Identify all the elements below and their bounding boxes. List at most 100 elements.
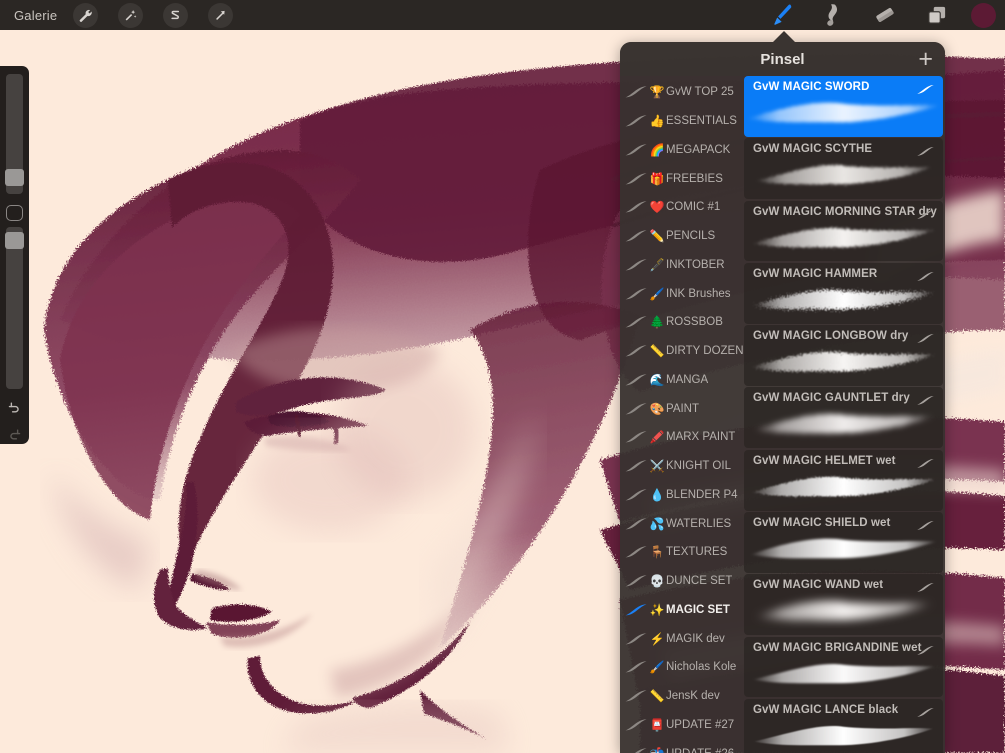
brush-set-item[interactable]: 🎨 PAINT: [620, 394, 744, 423]
brush-size-thumb[interactable]: [5, 169, 24, 186]
brush-set-stroke-icon: [623, 459, 649, 473]
brush-set-emoji: 👍: [649, 114, 665, 129]
brush-set-item[interactable]: 🌈 MEGAPACK: [620, 136, 744, 165]
brush-item[interactable]: GvW MAGIC SWORD: [744, 76, 943, 137]
brush-opacity-thumb[interactable]: [5, 232, 24, 250]
brush-edit-stroke-icon[interactable]: [916, 207, 935, 225]
brush-edit-stroke-icon[interactable]: [916, 393, 935, 411]
brush-edit-stroke-icon[interactable]: [916, 82, 935, 100]
paintbrush-icon[interactable]: [763, 0, 799, 30]
brush-size-slider[interactable]: [5, 74, 24, 195]
brush-set-stroke-icon: [623, 200, 649, 214]
brush-item[interactable]: GvW MAGIC WAND wet: [744, 574, 943, 636]
brush-stroke-preview: [744, 277, 943, 323]
brush-set-item[interactable]: 📬UPDATE #26: [620, 739, 744, 753]
brush-set-stroke-icon: [623, 689, 649, 703]
wrench-icon[interactable]: [73, 2, 99, 28]
brush-set-item[interactable]: ⚡ MAGIK dev: [620, 624, 744, 653]
brush-set-item[interactable]: ✏️ PENCILS: [620, 222, 744, 251]
brush-edit-stroke-icon[interactable]: [916, 705, 935, 723]
eraser-glyph: [876, 7, 894, 22]
brush-item[interactable]: GvW MAGIC GAUNTLET dry: [744, 387, 943, 449]
brush-name-label: GvW MAGIC HELMET wet: [753, 454, 896, 467]
eraser-icon[interactable]: [867, 0, 903, 30]
brush-set-item[interactable]: 🏆 GvW TOP 25: [620, 78, 744, 107]
brush-item-list[interactable]: GvW MAGIC SWORD GvW MAGIC SCYTHE GvW MAGIC…: [744, 76, 945, 753]
brush-set-emoji: 🎁: [649, 171, 665, 186]
brush-set-emoji: 📬: [649, 748, 665, 753]
smudge-glyph: [827, 4, 838, 26]
brush-edit-stroke-icon[interactable]: [916, 456, 935, 474]
brush-item[interactable]: GvW MAGIC LANCE black: [744, 698, 943, 753]
brush-set-item[interactable]: 💀 DUNCE SET: [620, 567, 744, 596]
selection-s-icon[interactable]: [163, 2, 189, 28]
brush-set-stroke-icon: [623, 488, 649, 502]
brush-set-item[interactable]: 🖋️ INKTOBER: [620, 251, 744, 280]
brush-set-item[interactable]: 📏 DIRTY DOZEN: [620, 337, 744, 366]
brush-opacity-slider[interactable]: [5, 227, 24, 389]
brush-set-item[interactable]: 💦 WATERLIES: [620, 509, 744, 538]
brush-set-stroke-icon: [623, 287, 649, 301]
brush-set-stroke-icon: [623, 718, 649, 732]
brush-set-item[interactable]: 🖌️ INK Brushes: [620, 279, 744, 308]
brush-set-item[interactable]: 🌊 MANGA: [620, 366, 744, 395]
redo-button[interactable]: [4, 426, 26, 445]
brush-set-label: DIRTY DOZEN: [666, 345, 744, 358]
brush-item[interactable]: GvW MAGIC HELMET wet: [744, 449, 943, 511]
brush-edit-stroke-icon[interactable]: [916, 518, 935, 536]
brush-item[interactable]: GvW MAGIC MORNING STAR dry: [744, 200, 943, 262]
brush-name-label: GvW MAGIC LANCE black: [753, 703, 899, 716]
brush-set-stroke-icon: [623, 344, 649, 358]
brush-name-label: GvW MAGIC SCYTHE: [753, 143, 873, 156]
brush-name-label: GvW MAGIC SWORD: [753, 81, 870, 93]
brush-set-stroke-icon: [623, 258, 649, 272]
brush-edit-stroke-icon[interactable]: [916, 331, 935, 349]
brush-set-stroke-icon: [623, 574, 649, 588]
add-brush-set-button[interactable]: +: [918, 47, 933, 72]
brush-set-item[interactable]: 📏 JensK dev: [620, 682, 744, 711]
brush-set-emoji: ✨: [649, 602, 665, 617]
brush-set-item[interactable]: 💧 BLENDER P4: [620, 481, 744, 510]
smudge-icon[interactable]: [815, 0, 851, 30]
brush-set-list[interactable]: 🏆 GvW TOP 25 👍 ESSENTIALS 🌈 MEGAPACK 🎁 FREEBIES…: [620, 76, 744, 753]
color-swatch[interactable]: [971, 2, 996, 28]
gallery-button[interactable]: Galerie: [14, 8, 57, 23]
redo-icon: [10, 429, 21, 440]
wrench-glyph: [80, 9, 93, 22]
brush-edit-stroke-icon[interactable]: [916, 643, 935, 661]
brush-edit-stroke-icon[interactable]: [916, 580, 935, 598]
brush-item[interactable]: GvW MAGIC LONGBOW dry: [744, 325, 943, 386]
brush-set-label: DUNCE SET: [666, 575, 733, 588]
brush-set-item[interactable]: ⚔️ KNIGHT OIL: [620, 452, 744, 481]
brush-set-item[interactable]: 🎁 FREEBIES: [620, 164, 744, 193]
brush-set-emoji: 🌈: [649, 142, 665, 157]
brush-item[interactable]: GvW MAGIC SCYTHE: [744, 138, 943, 200]
brush-set-item[interactable]: 🖍️ MARX PAINT: [620, 423, 744, 452]
layers-icon[interactable]: [919, 0, 955, 30]
brush-edit-stroke-icon[interactable]: [916, 144, 935, 162]
brush-item[interactable]: GvW MAGIC HAMMER: [744, 262, 943, 324]
brush-set-item[interactable]: 🌲 ROSSBOB: [620, 308, 744, 337]
brush-set-emoji: 🖌️: [649, 286, 665, 301]
brush-item[interactable]: GvW MAGIC SHIELD wet: [744, 512, 943, 573]
modify-button[interactable]: [6, 205, 23, 222]
brush-set-item[interactable]: 👍 ESSENTIALS: [620, 107, 744, 136]
brush-item[interactable]: GvW MAGIC BRIGANDINE wet: [744, 636, 943, 698]
arrow-transform-icon[interactable]: [208, 2, 234, 28]
panel-body: 🏆 GvW TOP 25 👍 ESSENTIALS 🌈 MEGAPACK 🎁 FREEBIES…: [620, 76, 945, 753]
brush-set-item[interactable]: 🪑 TEXTURES: [620, 538, 744, 567]
brush-edit-stroke-icon[interactable]: [916, 269, 935, 287]
selection-s-glyph: [171, 10, 180, 19]
brush-set-item[interactable]: 📮 UPDATE #27: [620, 711, 744, 740]
brush-set-emoji: 🖌️: [649, 660, 665, 675]
magic-wand-icon[interactable]: [118, 2, 144, 28]
brush-set-stroke-icon: [623, 632, 649, 646]
brush-set-item[interactable]: 🖌️ Nicholas Kole: [620, 653, 744, 682]
brush-stroke-preview: [744, 90, 943, 136]
undo-button[interactable]: [4, 398, 26, 417]
brush-set-item[interactable]: ✨ MAGIC SET: [620, 596, 744, 625]
brush-set-stroke-icon: [623, 315, 649, 329]
brush-set-item[interactable]: ❤️ COMIC #1: [620, 193, 744, 222]
brush-set-label: KNIGHT OIL: [666, 460, 731, 473]
brush-set-emoji: ✏️: [649, 229, 665, 244]
